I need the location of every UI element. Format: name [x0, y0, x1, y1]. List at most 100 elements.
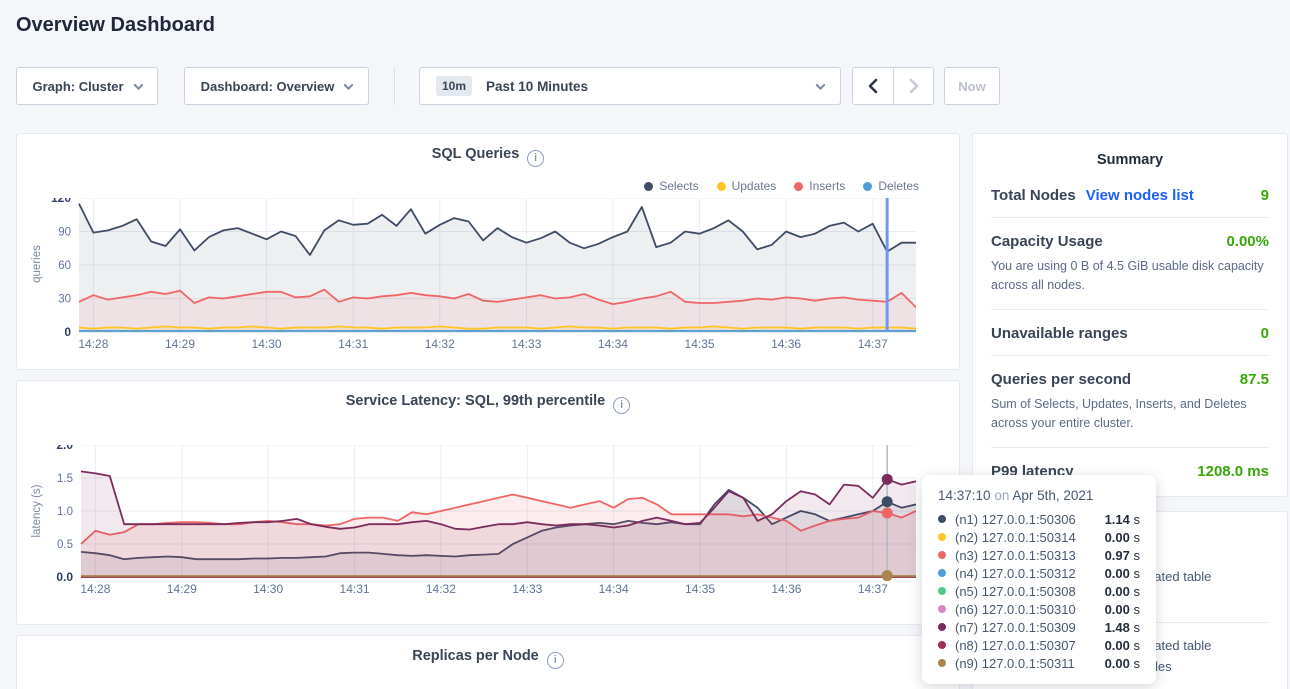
summary-title: Summary: [973, 134, 1287, 172]
replicas-per-node-panel: Replicas per Nodei: [16, 635, 960, 689]
legend-item-inserts[interactable]: Inserts: [794, 179, 845, 193]
series-color-dot: [938, 533, 946, 541]
svg-text:60: 60: [58, 260, 71, 272]
svg-text:14:29: 14:29: [165, 337, 195, 351]
svg-text:30: 30: [58, 294, 71, 306]
svg-text:14:30: 14:30: [252, 337, 282, 351]
service-latency-title: Service Latency: SQL, 99th percentilei: [17, 393, 959, 414]
series-color-dot: [938, 551, 946, 559]
tooltip-node-row: (n3) 127.0.0.1:503130.97 s: [938, 546, 1140, 564]
svg-text:90: 90: [58, 227, 71, 239]
svg-text:14:28: 14:28: [78, 337, 108, 351]
svg-text:14:32: 14:32: [426, 582, 456, 596]
legend-item-updates[interactable]: Updates: [717, 179, 777, 193]
now-button[interactable]: Now: [944, 67, 1000, 105]
svg-text:2.0: 2.0: [56, 445, 73, 452]
sql-queries-panel: SQL Queriesi Selects Updates Inserts Delete…: [16, 133, 960, 370]
tooltip-node-row: (n6) 127.0.0.1:503100.00 s: [938, 600, 1140, 618]
time-range-dropdown[interactable]: 10m Past 10 Minutes: [419, 67, 841, 105]
info-icon[interactable]: i: [613, 397, 630, 414]
time-range-badge: 10m: [436, 76, 472, 96]
service-latency-panel: Service Latency: SQL, 99th percentilei l…: [16, 380, 960, 625]
overview-dashboard-page: Overview Dashboard Graph: Cluster Dashbo…: [0, 0, 1290, 689]
svg-text:14:29: 14:29: [167, 582, 197, 596]
summary-row-capacity-usage: Capacity Usage 0.00% You are using 0 B o…: [991, 218, 1269, 310]
legend-dot: [717, 182, 726, 191]
svg-text:0.0: 0.0: [56, 570, 73, 584]
svg-text:14:30: 14:30: [253, 582, 283, 596]
chevron-down-icon: [816, 80, 826, 90]
replicas-per-node-title: Replicas per Nodei: [17, 648, 959, 669]
svg-text:0.5: 0.5: [57, 539, 73, 551]
time-prev-button[interactable]: [853, 68, 893, 104]
tooltip-node-row: (n2) 127.0.0.1:503140.00 s: [938, 528, 1140, 546]
summary-row-unavailable-ranges: Unavailable ranges 0: [991, 310, 1269, 356]
summary-row-queries-per-second: Queries per second 87.5 Sum of Selects, …: [991, 356, 1269, 448]
graph-dropdown[interactable]: Graph: Cluster: [16, 67, 158, 105]
sql-queries-legend: Selects Updates Inserts Deletes: [644, 179, 919, 193]
time-range-label: Past 10 Minutes: [486, 79, 588, 94]
page-title: Overview Dashboard: [16, 14, 215, 37]
svg-text:1.0: 1.0: [57, 506, 73, 518]
tooltip-timestamp: 14:37:10 on Apr 5th, 2021: [938, 488, 1140, 503]
graph-dropdown-label: Graph: Cluster: [32, 79, 123, 94]
toolbar: Graph: Cluster Dashboard: Overview 10m P…: [16, 67, 1000, 105]
queries-per-second-value: 87.5: [1240, 371, 1269, 388]
legend-item-deletes[interactable]: Deletes: [863, 179, 919, 193]
series-color-dot: [938, 587, 946, 595]
chevron-down-icon: [133, 80, 143, 90]
service-latency-chart[interactable]: 14:2814:2914:3014:3114:3214:3314:3414:35…: [36, 445, 916, 599]
svg-text:120: 120: [51, 198, 71, 205]
legend-dot: [644, 182, 653, 191]
svg-text:14:33: 14:33: [512, 582, 542, 596]
time-next-button[interactable]: [893, 68, 933, 104]
tooltip-node-row: (n5) 127.0.0.1:503080.00 s: [938, 582, 1140, 600]
svg-text:14:34: 14:34: [598, 337, 628, 351]
svg-text:14:36: 14:36: [771, 582, 801, 596]
svg-text:14:34: 14:34: [599, 582, 629, 596]
series-color-dot: [938, 515, 946, 523]
capacity-usage-value: 0.00%: [1226, 233, 1269, 250]
legend-item-selects[interactable]: Selects: [644, 179, 698, 193]
svg-text:14:37: 14:37: [858, 337, 888, 351]
chart-tooltip: 14:37:10 on Apr 5th, 2021 (n1) 127.0.0.1…: [922, 475, 1156, 684]
svg-text:0: 0: [64, 325, 71, 339]
unavailable-ranges-value: 0: [1261, 325, 1269, 342]
p99-latency-value: 1208.0 ms: [1197, 463, 1269, 480]
series-color-dot: [938, 641, 946, 649]
svg-text:14:35: 14:35: [685, 337, 715, 351]
tooltip-node-row: (n9) 127.0.0.1:503110.00 s: [938, 654, 1140, 672]
summary-row-total-nodes: Total Nodes View nodes list 9: [991, 172, 1269, 218]
svg-text:14:32: 14:32: [425, 337, 455, 351]
series-color-dot: [938, 569, 946, 577]
sql-queries-chart[interactable]: 14:28 14:29 14:30 14:31 14:32 14:33 14:34 14:35…: [34, 198, 916, 354]
svg-text:14:31: 14:31: [338, 337, 368, 351]
tooltip-node-row: (n1) 127.0.0.1:503061.14 s: [938, 510, 1140, 528]
info-icon[interactable]: i: [547, 652, 564, 669]
info-icon[interactable]: i: [527, 150, 544, 167]
view-nodes-list-link[interactable]: View nodes list: [1086, 187, 1194, 204]
total-nodes-value: 9: [1261, 187, 1269, 204]
toolbar-divider: [394, 67, 395, 105]
tooltip-node-row: (n8) 127.0.0.1:503070.00 s: [938, 636, 1140, 654]
series-color-dot: [938, 623, 946, 631]
tooltip-node-row: (n4) 127.0.0.1:503120.00 s: [938, 564, 1140, 582]
svg-text:14:28: 14:28: [80, 582, 110, 596]
svg-text:14:33: 14:33: [511, 337, 541, 351]
svg-text:1.5: 1.5: [57, 473, 73, 485]
time-nav-group: [852, 67, 934, 105]
series-color-dot: [938, 659, 946, 667]
svg-text:14:37: 14:37: [858, 582, 888, 596]
dashboard-dropdown[interactable]: Dashboard: Overview: [184, 67, 369, 105]
legend-dot: [863, 182, 872, 191]
sql-queries-title: SQL Queriesi: [17, 146, 959, 167]
tooltip-node-row: (n7) 127.0.0.1:503091.48 s: [938, 618, 1140, 636]
summary-panel: Summary Total Nodes View nodes list 9 Ca…: [972, 133, 1288, 497]
chevron-right-icon: [909, 78, 919, 94]
series-color-dot: [938, 605, 946, 613]
svg-text:14:36: 14:36: [771, 337, 801, 351]
chevron-left-icon: [868, 78, 878, 94]
dashboard-dropdown-label: Dashboard: Overview: [201, 79, 335, 94]
svg-text:14:35: 14:35: [685, 582, 715, 596]
chevron-down-icon: [344, 80, 354, 90]
